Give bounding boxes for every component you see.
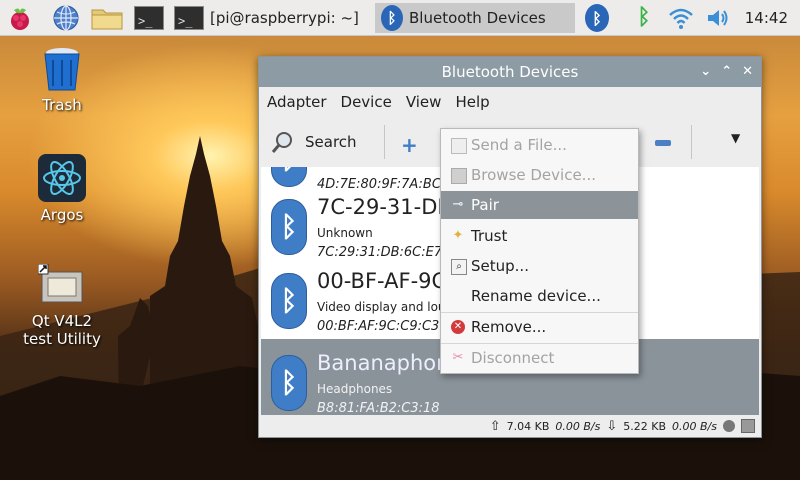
terminal-icon: >_ (134, 6, 164, 30)
desktop-icon-label: Trash (42, 96, 82, 114)
menu-view[interactable]: View (406, 93, 442, 111)
menu-device[interactable]: Device (341, 93, 392, 111)
device-name: 00-BF-AF-9C (317, 269, 447, 293)
upload-total: 7.04 KB (506, 419, 550, 433)
desktop-icon-trash[interactable]: Trash (17, 44, 107, 114)
chevron-down-icon: ▼ (731, 131, 741, 145)
menu-item-disconnect[interactable]: ✂ Disconnect (441, 344, 638, 372)
browse-icon (451, 168, 467, 184)
window-title: Bluetooth Devices (441, 63, 579, 81)
disconnect-icon: ✂ (452, 350, 464, 365)
desktop-icon-label: Argos (40, 206, 84, 224)
toolbar-separator (384, 125, 385, 159)
wifi-icon[interactable] (667, 4, 695, 32)
toolbar-overflow-button[interactable]: ▼ (731, 131, 740, 145)
menu-help[interactable]: Help (455, 93, 489, 111)
menu-item-label: Browse Device... (471, 166, 596, 184)
menu-adapter[interactable]: Adapter (267, 93, 327, 111)
terminal-icon: >_ (174, 6, 204, 30)
menu-item-label: Rename device... (471, 287, 601, 305)
trash-icon (39, 44, 85, 92)
clock[interactable]: 14:42 (745, 9, 788, 27)
menu-item-label: Disconnect (471, 349, 555, 367)
desktop-icon-argos[interactable]: Argos (17, 154, 107, 224)
bluetooth-icon: ᛒ (271, 199, 307, 255)
menu-item-label: Setup... (471, 257, 529, 275)
taskbar-bluetooth-window[interactable]: ᛒ Bluetooth Devices (375, 3, 575, 33)
menu-item-browse-device[interactable]: Browse Device... (441, 161, 638, 189)
bluetooth-icon: ᛒ (271, 355, 307, 411)
device-address: B8:81:FA:B2:C3:18 (317, 401, 440, 415)
menu-item-send-file[interactable]: Send a File... (441, 131, 638, 159)
menu-item-pair[interactable]: ⊸ Pair (441, 191, 638, 219)
menu-item-label: Remove... (471, 318, 547, 336)
bluetooth-tray-icon[interactable]: ᛒ (585, 4, 613, 32)
device-context-menu: Send a File... Browse Device... ⊸ Pair ✦… (440, 128, 639, 374)
upload-arrow-icon: ⇧ (489, 418, 501, 434)
qt-v4l2-icon (37, 263, 86, 308)
bluetooth-icon: ᛒ (271, 273, 307, 329)
key-icon: ⊸ (452, 197, 464, 212)
argos-icon (38, 154, 86, 202)
raspberry-menu-icon[interactable] (6, 4, 34, 32)
taskbar-window-label: Bluetooth Devices (409, 9, 546, 27)
search-icon (271, 132, 292, 153)
taskbar-terminal-window[interactable]: >_ [pi@raspberrypi: ~] (168, 3, 370, 33)
menubar: Adapter Device View Help (259, 87, 761, 117)
menu-item-label: Trust (471, 227, 508, 245)
search-label: Search (305, 133, 357, 151)
statusbar: ⇧ 7.04 KB 0.00 B/s ⇩ 5.22 KB 0.00 B/s (259, 415, 761, 437)
menu-item-remove[interactable]: ✕ Remove... (441, 313, 638, 341)
menu-item-label: Send a File... (471, 136, 567, 154)
minimize-button[interactable]: ⌄ (700, 57, 711, 87)
adapter-status-icon (723, 420, 735, 432)
menu-item-rename-device[interactable]: Rename device... (441, 282, 638, 310)
file-manager-icon[interactable] (90, 4, 126, 32)
storage-icon (741, 419, 755, 433)
search-button[interactable]: Search (271, 130, 357, 154)
bluetooth-icon: ᛒ (381, 5, 403, 31)
device-type: Unknown (317, 226, 373, 240)
close-button[interactable]: ✕ (742, 57, 753, 87)
taskbar: >_ >_ [pi@raspberrypi: ~] ᛒ Bluetooth De… (0, 0, 800, 36)
web-browser-icon[interactable] (52, 4, 80, 32)
toolbar-separator (691, 125, 692, 159)
maximize-button[interactable]: ⌃ (721, 57, 732, 87)
setup-icon: ⌕ (451, 259, 467, 275)
star-icon: ✦ (452, 228, 464, 243)
add-device-button[interactable]: + (401, 133, 418, 157)
device-type: Headphones (317, 382, 393, 396)
volume-icon[interactable] (704, 4, 732, 32)
download-arrow-icon: ⇩ (606, 418, 618, 434)
device-address: 00:BF:AF:9C:C9:C3 (317, 319, 440, 334)
send-file-icon (451, 138, 467, 154)
bluetooth-status-icon[interactable]: ᛒ (630, 4, 658, 32)
taskbar-window-label: [pi@raspberrypi: ~] (210, 9, 359, 27)
plus-icon: + (401, 133, 418, 157)
remove-device-button[interactable] (655, 140, 671, 146)
download-total: 5.22 KB (623, 419, 667, 433)
desktop-icon-label: Qt V4L2 test Utility (23, 312, 101, 348)
remove-icon: ✕ (451, 320, 465, 334)
download-rate: 0.00 B/s (672, 419, 717, 433)
device-type: Video display and loud (317, 300, 454, 314)
menu-item-label: Pair (471, 196, 499, 214)
menu-item-setup[interactable]: ⌕ Setup... (441, 252, 638, 280)
desktop-icon-qt-v4l2[interactable]: Qt V4L2 test Utility (17, 263, 107, 348)
upload-rate: 0.00 B/s (555, 419, 601, 433)
device-name: 7C-29-31-DB (317, 195, 452, 219)
window-titlebar[interactable]: Bluetooth Devices ⌄ ⌃ ✕ (259, 57, 761, 87)
menu-item-trust[interactable]: ✦ Trust (441, 222, 638, 250)
